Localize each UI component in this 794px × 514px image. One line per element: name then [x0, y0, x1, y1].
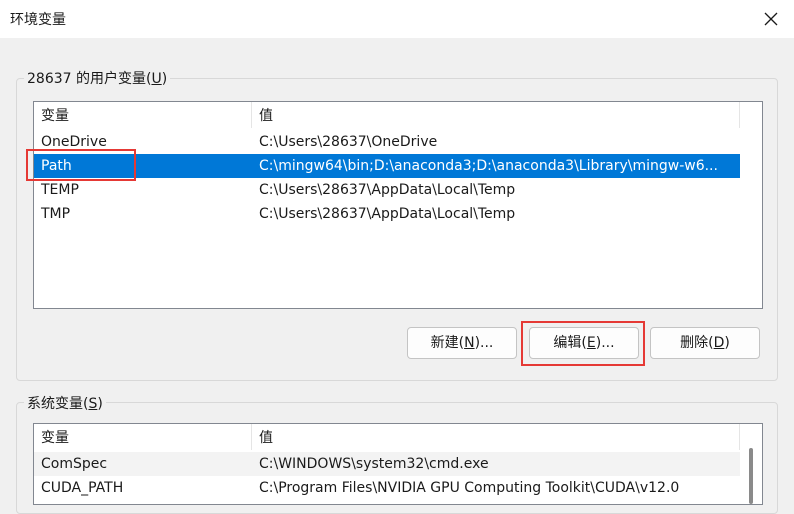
var-name: Path: [41, 158, 72, 174]
user-variables-label: 28637 的用户变量(U): [24, 68, 171, 88]
var-value: C:\Program Files\NVIDIA GPU Computing To…: [259, 480, 680, 496]
var-value: C:\Users\28637\OneDrive: [259, 134, 438, 150]
list-header: 变量 值: [34, 102, 762, 128]
list-header: 变量 值: [34, 424, 762, 450]
table-row[interactable]: CUDA_PATH C:\Program Files\NVIDIA GPU Co…: [34, 476, 740, 500]
var-value: C:\WINDOWS\system32\cmd.exe: [259, 456, 489, 472]
table-row[interactable]: ComSpec C:\WINDOWS\system32\cmd.exe: [34, 452, 740, 476]
column-header-value[interactable]: 值: [252, 424, 740, 450]
edit-button[interactable]: 编辑(E)...: [529, 327, 639, 359]
var-name: TMP: [41, 206, 71, 222]
column-header-name[interactable]: 变量: [34, 102, 252, 128]
var-name: CUDA_PATH: [41, 480, 124, 496]
table-row[interactable]: TMP C:\Users\28637\AppData\Local\Temp: [34, 202, 740, 226]
table-row[interactable]: TEMP C:\Users\28637\AppData\Local\Temp: [34, 178, 740, 202]
table-row-selected[interactable]: Path C:\mingw64\bin;D:\anaconda3;D:\anac…: [34, 154, 740, 178]
window-title: 环境变量: [10, 12, 66, 28]
title-bar: 环境变量: [0, 0, 794, 38]
column-header-name[interactable]: 变量: [34, 424, 252, 450]
table-row[interactable]: OneDrive C:\Users\28637\OneDrive: [34, 130, 740, 154]
user-variables-list[interactable]: 变量 值 OneDrive C:\Users\28637\OneDrive Pa…: [33, 101, 763, 309]
var-name: ComSpec: [41, 456, 108, 472]
column-header-value[interactable]: 值: [252, 102, 740, 128]
scrollbar-thumb[interactable]: [749, 448, 753, 504]
close-icon: [764, 12, 778, 26]
system-variables-label: 系统变量(S): [24, 393, 106, 413]
system-variables-list[interactable]: 变量 值 ComSpec C:\WINDOWS\system32\cmd.exe…: [33, 423, 763, 505]
new-button[interactable]: 新建(N)...: [407, 327, 517, 359]
var-value: C:\mingw64\bin;D:\anaconda3;D:\anaconda3…: [259, 158, 718, 174]
close-button[interactable]: [756, 5, 786, 33]
vertical-scrollbar[interactable]: [742, 424, 760, 504]
var-value: C:\Users\28637\AppData\Local\Temp: [259, 206, 516, 222]
var-value: C:\Users\28637\AppData\Local\Temp: [259, 182, 516, 198]
delete-button[interactable]: 删除(D): [650, 327, 760, 359]
var-name: OneDrive: [41, 134, 107, 150]
var-name: TEMP: [41, 182, 79, 198]
